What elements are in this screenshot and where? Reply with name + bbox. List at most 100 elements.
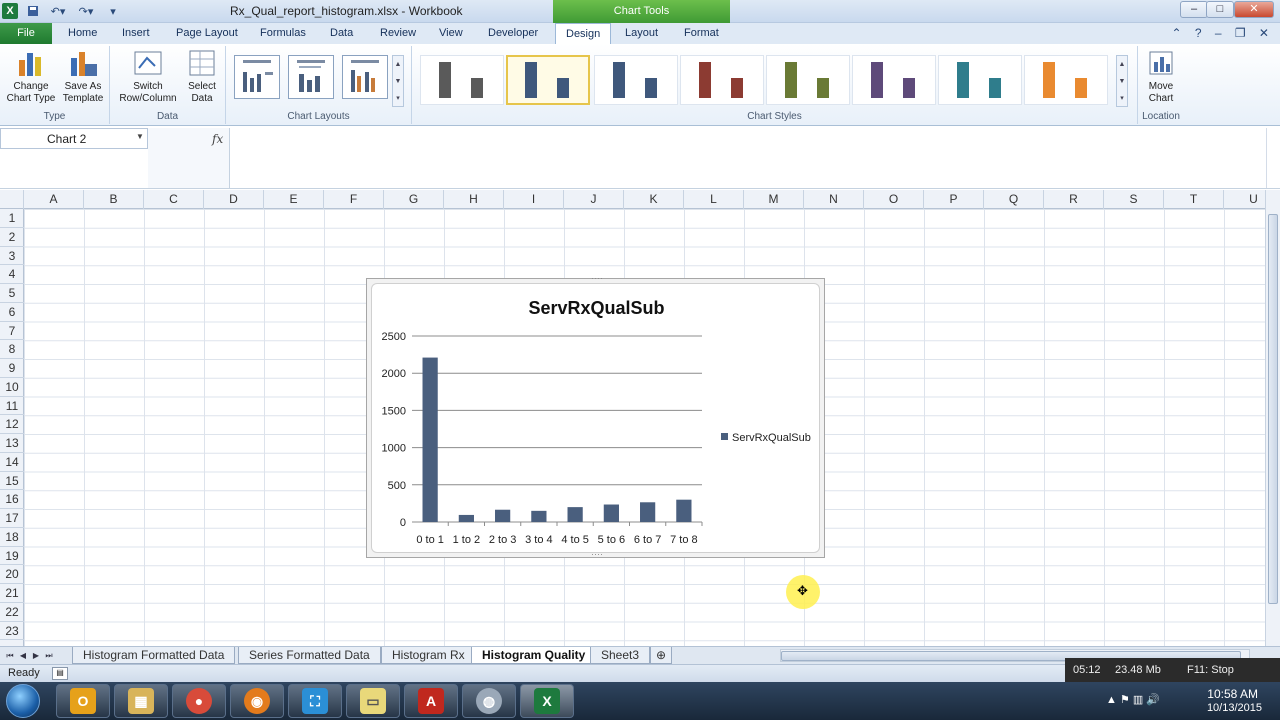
column-header-j[interactable]: J (564, 190, 624, 209)
row-header-2[interactable]: 2 (0, 228, 24, 247)
row-header-17[interactable]: 17 (0, 509, 24, 528)
capture-taskbar-icon[interactable]: ⛶ (288, 684, 342, 718)
vertical-scrollbar[interactable] (1265, 190, 1280, 646)
tab-developer[interactable]: Developer (478, 23, 548, 44)
sheet-tab-histogram-formatted-data[interactable]: Histogram Formatted Data (72, 647, 236, 664)
row-header-20[interactable]: 20 (0, 565, 24, 584)
row-header-18[interactable]: 18 (0, 528, 24, 547)
macro-record-icon[interactable]: ▤ (52, 667, 68, 680)
sheet-tab-sheet3[interactable]: Sheet3 (590, 647, 651, 664)
minimize-button[interactable]: – (1180, 1, 1208, 18)
column-header-e[interactable]: E (264, 190, 324, 209)
first-sheet-icon[interactable]: ⏮ (4, 649, 16, 662)
column-header-t[interactable]: T (1164, 190, 1224, 209)
column-header-c[interactable]: C (144, 190, 204, 209)
row-header-16[interactable]: 16 (0, 490, 24, 509)
column-header-b[interactable]: B (84, 190, 144, 209)
column-header-r[interactable]: R (1044, 190, 1104, 209)
row-header-9[interactable]: 9 (0, 359, 24, 378)
explorer-taskbar-icon[interactable]: ▦ (114, 684, 168, 718)
excel-logo-icon[interactable]: X (2, 3, 18, 19)
column-header-o[interactable]: O (864, 190, 924, 209)
vertical-scroll-thumb[interactable] (1268, 214, 1278, 604)
row-header-21[interactable]: 21 (0, 584, 24, 603)
chart-style-1-thumb[interactable] (420, 55, 504, 105)
insert-function-icon[interactable]: fx (212, 132, 223, 146)
row-header-5[interactable]: 5 (0, 284, 24, 303)
name-box[interactable]: Chart 2 (0, 128, 148, 149)
column-header-h[interactable]: H (444, 190, 504, 209)
select-all-corner[interactable] (0, 190, 24, 209)
chart-object[interactable]: ···· ···· ServRxQualSub 0 500 1000 1500 2000… (366, 273, 825, 559)
row-header-19[interactable]: 19 (0, 547, 24, 566)
row-header-10[interactable]: 10 (0, 378, 24, 397)
move-chart-button[interactable]: Move Chart (1142, 48, 1180, 105)
firefox-taskbar-icon[interactable]: ◉ (230, 684, 284, 718)
chart-style-8-thumb[interactable] (1024, 55, 1108, 105)
chart-styles-scroll[interactable]: ▲ ▼ ▾ (1116, 55, 1128, 107)
tab-format[interactable]: Format (674, 23, 729, 44)
row-header-23[interactable]: 23 (0, 622, 24, 641)
tab-home[interactable]: Home (58, 23, 107, 44)
column-header-d[interactable]: D (204, 190, 264, 209)
chart-layout-1-thumb[interactable] (234, 55, 280, 99)
row-header-14[interactable]: 14 (0, 453, 24, 472)
row-header-3[interactable]: 3 (0, 247, 24, 266)
chart-style-4-thumb[interactable] (680, 55, 764, 105)
tab-formulas[interactable]: Formulas (250, 23, 316, 44)
tab-file[interactable]: File (0, 23, 52, 44)
row-header-22[interactable]: 22 (0, 603, 24, 622)
customize-quick-access-icon[interactable]: ▾ (108, 3, 118, 19)
chart-style-3-thumb[interactable] (594, 55, 678, 105)
tab-layout[interactable]: Layout (615, 23, 668, 44)
row-header-7[interactable]: 7 (0, 322, 24, 341)
row-header-1[interactable]: 1 (0, 209, 24, 228)
close-button[interactable]: ✕ (1234, 1, 1274, 18)
sheet-tab-histogram-rx[interactable]: Histogram Rx (381, 647, 476, 664)
app-taskbar-icon[interactable]: ◍ (462, 684, 516, 718)
name-box-dropdown-icon[interactable]: ▼ (136, 132, 144, 141)
row-header-6[interactable]: 6 (0, 303, 24, 322)
tab-insert[interactable]: Insert (112, 23, 160, 44)
column-header-a[interactable]: A (24, 190, 84, 209)
prev-sheet-icon[interactable]: ◀ (17, 649, 29, 662)
formula-input[interactable] (230, 128, 1266, 188)
formula-bar-expand[interactable] (1266, 128, 1278, 188)
chart-layout-2-thumb[interactable] (288, 55, 334, 99)
tab-data[interactable]: Data (320, 23, 363, 44)
save-as-template-button[interactable]: Save As Template (58, 48, 108, 105)
row-header-11[interactable]: 11 (0, 397, 24, 416)
maximize-button[interactable]: □ (1206, 1, 1234, 18)
chart-layout-3-thumb[interactable] (342, 55, 388, 99)
column-header-p[interactable]: P (924, 190, 984, 209)
excel-taskbar-icon[interactable]: X (520, 684, 574, 718)
sheet-tab-series-formatted-data[interactable]: Series Formatted Data (238, 647, 381, 664)
row-header-8[interactable]: 8 (0, 340, 24, 359)
outlook-taskbar-icon[interactable]: O (56, 684, 110, 718)
column-header-k[interactable]: K (624, 190, 684, 209)
column-header-g[interactable]: G (384, 190, 444, 209)
tab-design[interactable]: Design (555, 23, 612, 44)
chart-layouts-scroll[interactable]: ▲ ▼ ▾ (392, 55, 404, 107)
clock-time[interactable]: 10:58 AM (1207, 687, 1258, 701)
row-header-15[interactable]: 15 (0, 472, 24, 491)
column-header-l[interactable]: L (684, 190, 744, 209)
column-header-i[interactable]: I (504, 190, 564, 209)
chart-style-7-thumb[interactable] (938, 55, 1022, 105)
clock-date[interactable]: 10/13/2015 (1207, 702, 1262, 714)
tray-icons[interactable]: ▲ ⚑ ▥ 🔊 (1106, 693, 1160, 706)
recorder-stop[interactable]: F11: Stop (1187, 664, 1234, 676)
sheet-tab-histogram-quality[interactable]: Histogram Quality (471, 647, 597, 664)
undo-icon[interactable]: ↶▾ (48, 3, 68, 19)
tab-view[interactable]: View (429, 23, 473, 44)
acrobat-taskbar-icon[interactable]: A (404, 684, 458, 718)
switch-row-column-button[interactable]: Switch Row/Column (114, 48, 182, 105)
column-header-f[interactable]: F (324, 190, 384, 209)
chart-style-5-thumb[interactable] (766, 55, 850, 105)
column-header-s[interactable]: S (1104, 190, 1164, 209)
chart-style-6-thumb[interactable] (852, 55, 936, 105)
row-header-13[interactable]: 13 (0, 434, 24, 453)
chart-resize-handle-top[interactable]: ···· (591, 273, 603, 283)
chart-style-2-thumb[interactable] (506, 55, 590, 105)
chrome-taskbar-icon[interactable]: ● (172, 684, 226, 718)
